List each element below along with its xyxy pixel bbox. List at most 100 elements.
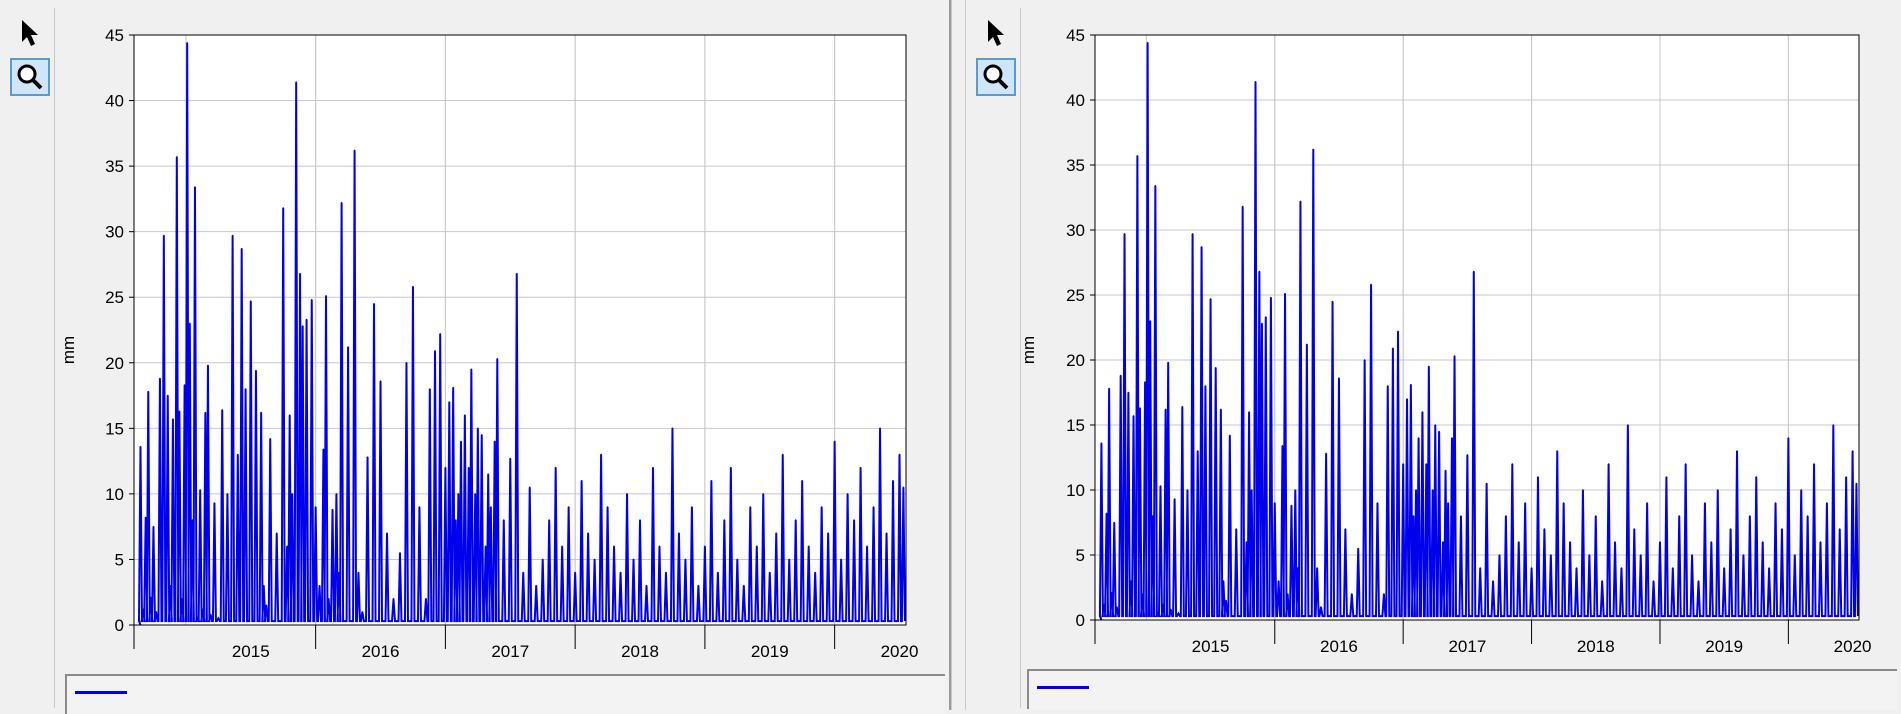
data-point [340, 202, 343, 204]
data-point [846, 493, 849, 495]
data-point [1492, 580, 1494, 582]
data-point [678, 532, 680, 535]
data-point [717, 571, 719, 574]
data-point [723, 519, 726, 521]
data-point [1428, 365, 1430, 368]
data-point [1241, 205, 1244, 208]
y-tick-label: 45 [105, 26, 124, 45]
data-point [493, 440, 496, 443]
data-point [338, 571, 340, 574]
data-point [1338, 377, 1340, 380]
y-tick-label: 15 [105, 419, 124, 438]
data-point [464, 414, 466, 417]
data-point [331, 508, 334, 511]
data-point [1376, 502, 1379, 504]
data-point [1144, 381, 1146, 383]
data-point [1425, 463, 1428, 465]
data-point [840, 558, 842, 561]
data-point [1113, 521, 1116, 524]
data-point [1665, 476, 1668, 478]
data-point [1248, 411, 1250, 413]
data-point [1312, 148, 1315, 151]
data-point [1819, 541, 1822, 543]
data-point [580, 479, 583, 482]
data-point [1209, 298, 1212, 300]
data-point [528, 486, 531, 489]
data-point [150, 596, 152, 599]
data-point [1273, 502, 1276, 504]
data-point [1442, 541, 1444, 543]
data-point [1678, 515, 1681, 517]
data-point [1214, 367, 1217, 369]
data-point [1254, 81, 1257, 83]
data-point [1167, 361, 1169, 364]
data-point [490, 506, 492, 508]
data-point [1556, 450, 1559, 452]
data-point [487, 473, 490, 476]
data-point [405, 361, 408, 364]
data-point [1410, 383, 1412, 386]
data-point [658, 545, 661, 548]
data-point [1173, 498, 1176, 500]
data-point [186, 42, 188, 44]
data-point [454, 519, 457, 521]
data-point [885, 532, 888, 535]
data-point [1505, 515, 1507, 517]
data-point [1136, 155, 1139, 157]
data-point [217, 617, 220, 620]
data-point [1511, 463, 1514, 465]
data-point [1832, 424, 1835, 426]
y-tick-label: 20 [1066, 351, 1085, 370]
data-point [1601, 580, 1603, 582]
data-point [1800, 489, 1803, 491]
data-point [1264, 316, 1267, 318]
data-point [535, 584, 538, 587]
data-point [392, 597, 395, 600]
data-point [807, 545, 810, 548]
data-point [452, 386, 454, 389]
data-point [1204, 385, 1207, 387]
data-point [366, 456, 369, 458]
data-point [1451, 437, 1453, 439]
rainfall-chart-right[interactable]: 0 5 10 15 20 25 30 35 40 45 2015 2016 2017 2018 2019 20… [966, 0, 1901, 710]
data-point [226, 493, 229, 495]
data-point [600, 453, 602, 456]
data-point [1838, 528, 1841, 530]
data-point [1370, 283, 1372, 286]
data-point [288, 414, 291, 417]
y-tick-label: 20 [105, 354, 124, 373]
data-point [1466, 454, 1469, 456]
data-point [434, 350, 436, 352]
data-point [1245, 541, 1248, 543]
data-point [467, 466, 470, 469]
data-point [361, 611, 364, 613]
data-point [181, 597, 183, 600]
data-point [496, 358, 499, 360]
x-tick-label: 2018 [1577, 637, 1615, 656]
data-point [1281, 445, 1284, 447]
chart-panel-right: 0 5 10 15 20 25 30 35 40 45 2015 2016 2017 2018 2019 20… [966, 0, 1901, 710]
data-point [1363, 359, 1366, 361]
data-point [1222, 580, 1225, 582]
rainfall-chart-left[interactable]: 0 5 10 15 20 25 30 35 40 45 2015 2016 2017 2018 2019 20… [0, 0, 951, 710]
data-point [1417, 437, 1420, 439]
data-point [1331, 300, 1334, 303]
data-point [820, 506, 823, 508]
data-point [1421, 411, 1424, 413]
data-point [327, 597, 330, 600]
data-point [191, 519, 194, 521]
data-point [1710, 541, 1713, 543]
data-point [892, 479, 894, 482]
data-point [665, 571, 667, 574]
data-point [1177, 612, 1180, 615]
data-point [1620, 567, 1623, 569]
data-point [425, 597, 427, 600]
data-point [412, 285, 414, 288]
data-point [169, 584, 172, 587]
data-point [587, 532, 589, 535]
data-point [282, 207, 285, 209]
data-point [1742, 554, 1745, 556]
data-point [1220, 408, 1222, 411]
data-point [1397, 330, 1399, 333]
panel-divider[interactable] [951, 0, 966, 710]
